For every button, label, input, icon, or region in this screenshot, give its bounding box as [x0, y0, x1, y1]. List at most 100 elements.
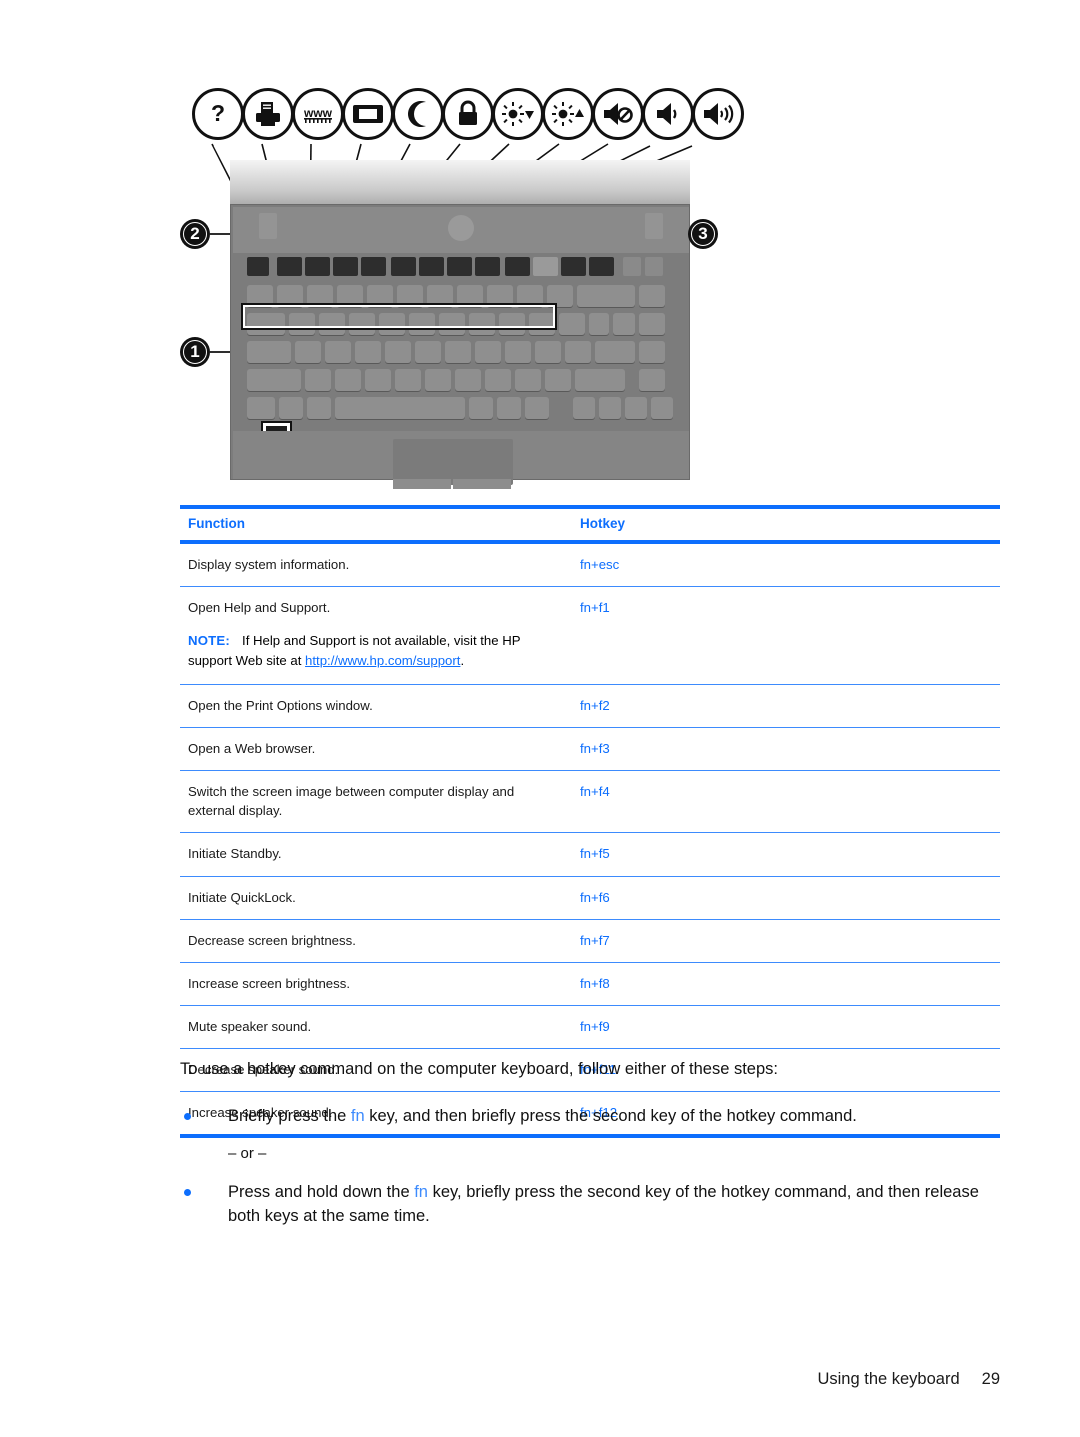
row-function: Display system information.	[188, 557, 350, 572]
f3-key	[333, 257, 358, 276]
deck-top-strip	[233, 207, 689, 253]
f12-key	[589, 257, 614, 276]
table-row: Initiate QuickLock. fn+f6	[180, 875, 1000, 919]
table-row: Open the Print Options window. fn+f2	[180, 683, 1000, 727]
table-row: Open a Web browser. fn+f3	[180, 727, 1000, 770]
hp-support-link[interactable]: http://www.hp.com/support	[305, 653, 460, 668]
row-function: Switch the screen image between computer…	[188, 784, 515, 819]
hotkey-icon-row: ? www	[186, 88, 744, 146]
callout-3-label: 3	[698, 224, 708, 243]
row-function: Open the Print Options window.	[188, 697, 373, 713]
shift-key-row	[233, 369, 689, 391]
list-item: Press and hold down the fn key, briefly …	[180, 1180, 1010, 1230]
fn-key	[247, 397, 275, 419]
extra-key-b	[645, 257, 663, 276]
bullet1-after: key, and then briefly press the second k…	[364, 1106, 857, 1125]
printer-icon	[242, 88, 294, 140]
f6-key	[419, 257, 444, 276]
function-key-row-highlight	[241, 303, 557, 330]
laptop-illustration	[230, 160, 690, 489]
note-text-after: .	[460, 653, 465, 669]
table-row: Display system information. fn+esc	[180, 544, 1000, 586]
document-page: ? www 2 3 1 Function Hotkey Display syst…	[0, 0, 1080, 1437]
function-key-row	[233, 257, 689, 279]
question-mark-icon: ?	[192, 88, 244, 140]
row-hotkey: fn+f2	[580, 697, 610, 713]
instructions-section: To use a hotkey command on the computer …	[180, 1058, 1010, 1245]
f7-key	[447, 257, 472, 276]
callout-3: 3	[688, 219, 718, 249]
bullet-dot-icon	[184, 1188, 191, 1196]
speaker-decrease-icon	[642, 88, 694, 140]
row-hotkey: fn+f4	[580, 784, 610, 800]
f5-key	[391, 257, 416, 276]
lock-icon	[442, 88, 494, 140]
row-hotkey: fn+f9	[580, 1019, 610, 1034]
row-hotkey: fn+esc	[580, 557, 620, 572]
brightness-increase-icon	[542, 88, 594, 140]
fn-key-label: fn	[350, 1106, 365, 1125]
svg-text:?: ?	[211, 100, 225, 126]
extra-key-a	[623, 257, 641, 276]
row-function: Increase screen brightness.	[188, 975, 350, 991]
table-header-row: Function Hotkey	[180, 509, 1000, 540]
laptop-deck	[230, 204, 690, 489]
f11-key	[561, 257, 586, 276]
bullet1-before: Briefly press the	[228, 1106, 351, 1125]
brightness-decrease-icon	[492, 88, 544, 140]
or-separator: – or –	[228, 1144, 267, 1162]
row-function: Decrease screen brightness.	[188, 932, 356, 948]
touchpad-left-button	[393, 479, 451, 489]
touchpad-right-button	[453, 479, 511, 489]
f8-key	[475, 257, 500, 276]
table-row: Mute speaker sound. fn+f9	[180, 1005, 1000, 1048]
display-switch-icon	[342, 88, 394, 140]
page-footer: Using the keyboard 29	[817, 1370, 1000, 1389]
row-hotkey: fn+f3	[580, 741, 610, 757]
www-icon: www	[292, 88, 344, 140]
esc-key	[247, 257, 269, 276]
palm-rest	[233, 431, 689, 489]
table-row: Increase screen brightness. fn+f8	[180, 961, 1000, 1005]
speaker-mute-icon	[592, 88, 644, 140]
note-label: NOTE:	[188, 633, 231, 649]
table-note-row: NOTE: If Help and Support is not availabl…	[180, 629, 1000, 684]
header-hotkey: Hotkey	[580, 516, 626, 531]
row-hotkey: fn+f5	[580, 846, 610, 862]
row-function: Initiate Standby.	[188, 846, 282, 862]
table-row: Open Help and Support. fn+f1	[180, 586, 1000, 629]
svg-text:www: www	[303, 106, 333, 120]
row-hotkey: fn+f6	[580, 889, 610, 905]
power-button	[448, 215, 474, 241]
moon-icon	[392, 88, 444, 140]
f10-key	[533, 257, 558, 276]
footer-section-title: Using the keyboard	[817, 1370, 960, 1388]
home-key-row	[233, 341, 689, 363]
table-row: Initiate Standby. fn+f5	[180, 832, 1000, 875]
bottom-key-row	[233, 397, 689, 419]
instructions-lead: To use a hotkey command on the computer …	[180, 1060, 778, 1078]
row-function: Mute speaker sound.	[188, 1019, 312, 1034]
fn-key-label: fn	[414, 1182, 428, 1201]
header-function: Function	[188, 516, 245, 531]
note-block: NOTE: If Help and Support is not availabl…	[180, 629, 572, 684]
callout-2-label: 2	[190, 224, 200, 243]
hinge-left	[259, 213, 277, 239]
keyboard-figure: ? www 2 3 1	[180, 88, 744, 489]
f9-key	[505, 257, 530, 276]
row-function: Open a Web browser.	[188, 741, 316, 757]
bullet2-before: Press and hold down the	[228, 1182, 415, 1201]
footer-page-number: 29	[981, 1370, 1000, 1388]
hotkey-table: Function Hotkey Display system informati…	[180, 505, 1000, 1139]
keyboard-bed	[233, 255, 689, 453]
f4-key	[361, 257, 386, 276]
list-item: Briefly press the fn key, and then brief…	[180, 1104, 1010, 1129]
callout-2: 2	[180, 219, 210, 249]
row-hotkey: fn+f8	[580, 975, 610, 991]
callout-1: 1	[180, 337, 210, 367]
note-hotkey-spacer	[572, 629, 1000, 684]
speaker-increase-icon	[692, 88, 744, 140]
callout-1-label: 1	[190, 342, 200, 361]
table-row: Switch the screen image between computer…	[180, 770, 1000, 832]
row-hotkey: fn+f7	[580, 932, 610, 948]
